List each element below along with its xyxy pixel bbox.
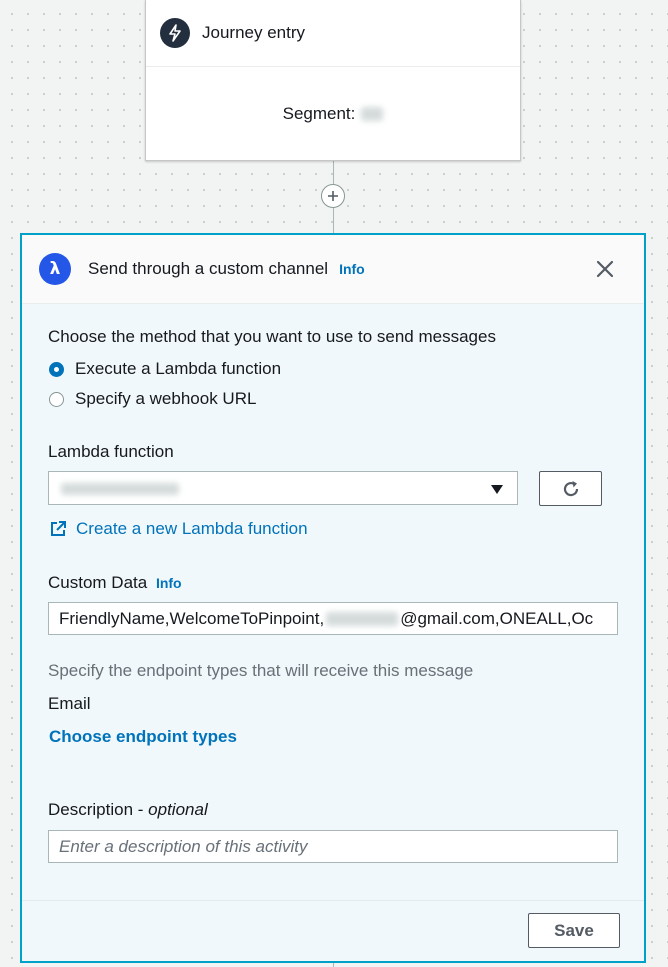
journey-entry-body: Segment: (146, 67, 520, 161)
lambda-function-label: Lambda function (48, 442, 174, 461)
custom-channel-panel: λ Send through a custom channel Info Cho… (20, 233, 646, 963)
close-icon[interactable] (596, 260, 614, 278)
refresh-button[interactable] (539, 471, 602, 506)
segment-label: Segment: (282, 104, 356, 123)
description-optional-label: optional (148, 800, 208, 819)
radio-webhook-option[interactable]: Specify a webhook URL (49, 389, 256, 409)
connector-line-middle (333, 206, 334, 233)
custom-data-email-redacted (326, 611, 399, 626)
radio-lambda[interactable] (49, 361, 64, 377)
lightning-bolt-icon (160, 18, 190, 48)
description-label: Description (48, 800, 134, 819)
journey-entry-card[interactable]: Journey entry Segment: (145, 0, 521, 161)
connector-line-top (333, 160, 334, 184)
panel-title: Send through a custom channel (88, 259, 329, 278)
custom-data-value-prefix: FriendlyName,WelcomeToPinpoint, (59, 608, 325, 628)
create-lambda-link-text: Create a new Lambda function (76, 519, 308, 538)
radio-webhook-label: Specify a webhook URL (75, 389, 257, 408)
description-input[interactable]: Enter a description of this activity (48, 830, 618, 863)
description-label-row: Description - optional (48, 800, 208, 819)
method-prompt: Choose the method that you want to use t… (48, 327, 496, 346)
refresh-icon (563, 480, 578, 496)
add-activity-button[interactable] (321, 184, 345, 208)
plus-icon (328, 191, 338, 201)
panel-header: λ Send through a custom channel Info (22, 235, 644, 304)
endpoint-hint: Specify the endpoint types that will rec… (48, 661, 474, 680)
custom-data-label-row: Custom Data Info (48, 573, 182, 593)
radio-webhook[interactable] (49, 391, 64, 407)
custom-data-input[interactable]: FriendlyName,WelcomeToPinpoint, @gmail.c… (48, 602, 618, 635)
lambda-function-select[interactable] (48, 471, 518, 505)
create-lambda-link[interactable]: Create a new Lambda function (49, 519, 308, 539)
choose-endpoint-types-link[interactable]: Choose endpoint types (49, 727, 237, 747)
journey-entry-header: Journey entry (146, 0, 520, 67)
segment-value-redacted (361, 107, 384, 121)
journey-entry-title: Journey entry (202, 23, 305, 42)
dropdown-caret-icon (491, 485, 503, 494)
external-link-icon (51, 521, 66, 536)
panel-footer: Save (22, 900, 644, 961)
radio-lambda-option[interactable]: Execute a Lambda function (49, 359, 281, 379)
lambda-function-value-redacted (61, 483, 179, 495)
custom-data-label: Custom Data (48, 573, 148, 592)
custom-data-info-link[interactable]: Info (156, 575, 182, 591)
save-button[interactable]: Save (528, 913, 620, 948)
radio-lambda-label: Execute a Lambda function (75, 359, 282, 378)
lambda-icon: λ (39, 253, 71, 285)
custom-data-value-suffix: @gmail.com,ONEALL,Oc (400, 608, 594, 628)
description-placeholder: Enter a description of this activity (59, 836, 308, 856)
panel-info-link[interactable]: Info (339, 261, 365, 277)
endpoint-type-value: Email (48, 694, 91, 713)
